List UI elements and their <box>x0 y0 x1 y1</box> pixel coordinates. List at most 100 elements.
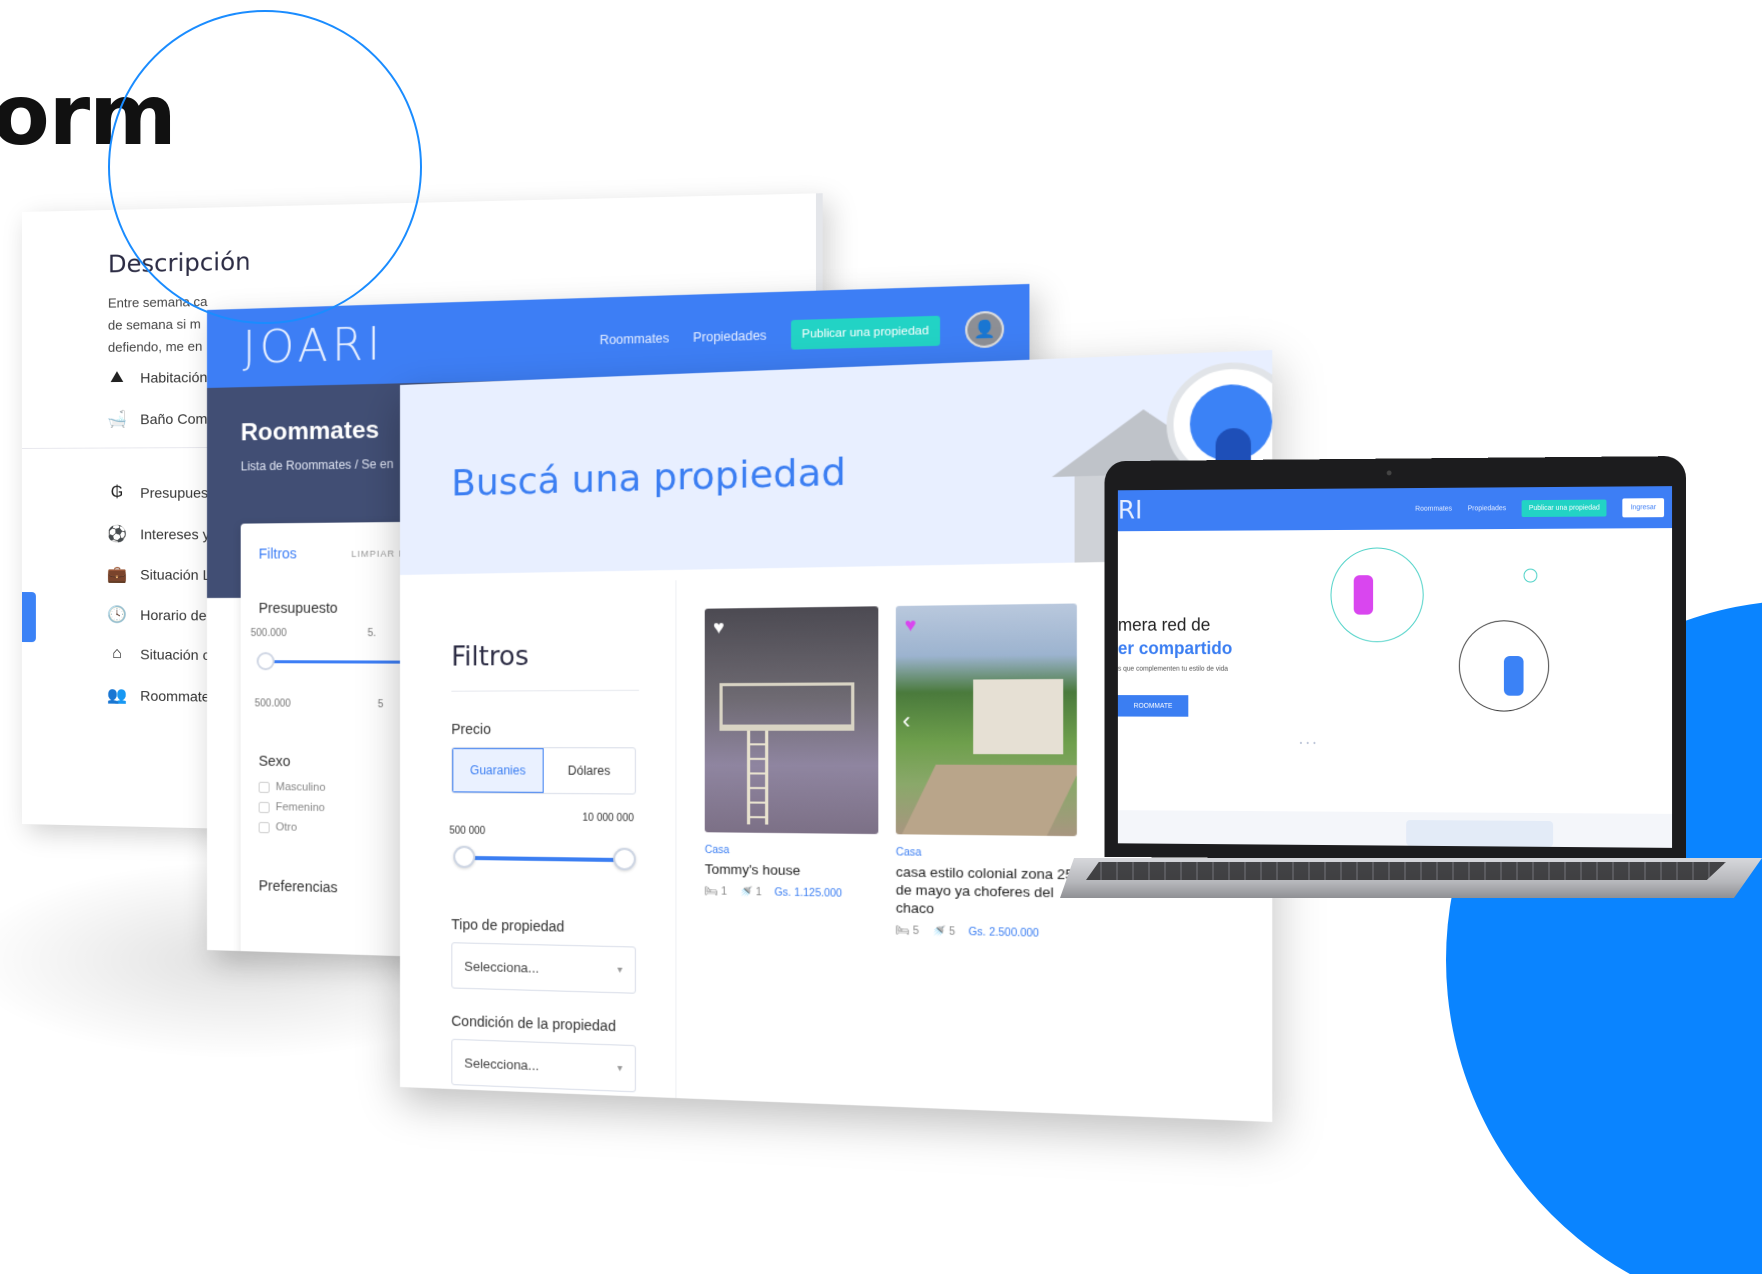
budget-min-bottom: 500.000 <box>254 698 291 710</box>
ladder-shape <box>746 730 769 825</box>
favorite-heart-icon[interactable]: ♥ <box>713 617 724 639</box>
column-divider <box>675 580 677 1117</box>
checkbox[interactable] <box>258 781 270 793</box>
bath-icon: 🚿 5 <box>932 925 956 939</box>
clock-icon: 🕓 <box>106 606 128 624</box>
person-illustration <box>1503 656 1524 696</box>
filters-title: Filtros <box>451 641 529 673</box>
feature-bath: 🛁 Baño Com <box>106 408 207 429</box>
detail-budget: ₲ Presupuest <box>106 484 212 502</box>
condition-select[interactable]: Selecciona... ▾ <box>451 1038 636 1093</box>
sex-option[interactable]: Femenino <box>258 801 325 815</box>
property-card[interactable]: ♥ Casa Tommy's house 🛏 1 🚿 1 Gs. 1.125.0… <box>704 606 879 900</box>
page-title: Roommates <box>240 416 380 447</box>
navbar: RI Roommates Propiedades Publicar una pr… <box>1117 486 1673 532</box>
budget-range-handle[interactable] <box>256 652 275 671</box>
property-card[interactable]: ♥ ‹ Casa casa estilo colonial zona 25 de… <box>895 603 1077 940</box>
detail-label: Situación L <box>140 566 211 583</box>
range-min-label: 500 000 <box>449 825 486 837</box>
bathtub-icon: 🛁 <box>106 411 128 429</box>
showcase-stage: orm Descripción Entre semana ca de seman… <box>0 0 1762 1274</box>
detail-work: 💼 Situación L <box>106 564 211 585</box>
user-avatar[interactable]: 👤 <box>965 310 1005 349</box>
currency-dolares-option[interactable]: Dólares <box>544 748 635 793</box>
budget-max-bottom: 5 <box>377 699 384 711</box>
currency-guaranies-option[interactable]: Guaranies <box>452 748 544 793</box>
property-meta: 🛏 1 🚿 1 Gs. 1.125.000 <box>705 886 879 900</box>
divider <box>451 689 640 692</box>
side-tab[interactable] <box>22 592 36 643</box>
price-range-track <box>461 855 624 863</box>
property-type-select[interactable]: Selecciona... ▾ <box>451 942 636 994</box>
laptop-screen: RI Roommates Propiedades Publicar una pr… <box>1117 486 1673 848</box>
decorative-ring-outline <box>108 10 422 324</box>
feature-label: Baño Com <box>140 410 208 428</box>
price-range-min-handle[interactable] <box>453 845 476 869</box>
login-button[interactable]: Ingresar <box>1622 498 1665 518</box>
chevron-left-icon[interactable]: ‹ <box>902 707 910 735</box>
headline-line-1: mera red de <box>1117 614 1211 635</box>
colonial-house-shape <box>973 678 1064 755</box>
baths-count: 5 <box>949 926 956 939</box>
nav-links: Roommates Propiedades Publicar una propi… <box>1415 498 1665 519</box>
favorite-heart-icon[interactable]: ♥ <box>905 614 917 636</box>
detail-label: Presupuest <box>140 484 213 501</box>
budget-label: Presupuesto <box>258 599 338 616</box>
option-label: Femenino <box>275 801 325 815</box>
price-range-max-handle[interactable] <box>613 847 636 871</box>
price-label: Precio <box>451 720 491 738</box>
garden-path-shape <box>899 764 1077 837</box>
nav-propiedades-link[interactable]: Propiedades <box>1468 505 1507 512</box>
checkbox[interactable] <box>258 801 270 813</box>
sex-option[interactable]: Masculino <box>258 781 325 794</box>
publish-property-button[interactable]: Publicar una propiedad <box>790 315 941 350</box>
detail-label: Intereses y <box>140 526 210 543</box>
breadcrumb[interactable]: Lista de Roommates / Se en <box>241 457 394 474</box>
bed-icon: 🛏 5 <box>895 925 919 938</box>
soccer-ball-icon: ⚽ <box>106 526 128 544</box>
property-price: Gs. 1.125.000 <box>774 887 843 900</box>
detail-label: Situación c <box>140 646 210 664</box>
property-price: Gs. 2.500.000 <box>968 926 1040 940</box>
find-roommate-button[interactable]: ROOMMATE <box>1117 695 1189 717</box>
headline-subtitle: s que complementen tu estilo de vida <box>1117 665 1229 673</box>
detail-schedule: 🕓 Horario de <box>106 605 207 626</box>
detail-label: Horario de <box>140 606 207 624</box>
laptop: RI Roommates Propiedades Publicar una pr… <box>1104 456 1686 862</box>
joari-logo[interactable]: RI <box>1118 496 1142 525</box>
users-icon: 👥 <box>106 687 128 705</box>
nav-roommates-link[interactable]: Roommates <box>1415 506 1452 513</box>
carousel-dots[interactable]: • • • <box>1300 739 1317 748</box>
detail-interests: ⚽ Intereses y <box>106 524 210 544</box>
feature-label: Habitación <box>140 368 208 386</box>
sex-label: Sexo <box>258 752 291 770</box>
property-photo[interactable]: ♥ <box>704 606 879 835</box>
detail-label: Roommate <box>140 687 210 705</box>
budget-max: 5. <box>367 627 377 640</box>
nav-roommates-link[interactable]: Roommates <box>600 331 669 348</box>
bed-icon: 🛏 1 <box>704 886 727 898</box>
sex-option[interactable]: Otro <box>258 821 298 834</box>
option-label: Otro <box>275 821 298 834</box>
decorative-dot <box>1523 568 1538 583</box>
preferences-label: Preferencias <box>258 877 338 896</box>
mountain-icon: ⛰ <box>110 368 124 387</box>
nav-propiedades-link[interactable]: Propiedades <box>693 328 767 345</box>
property-photo[interactable]: ♥ ‹ <box>895 603 1077 837</box>
chevron-down-icon: ▾ <box>617 964 623 976</box>
property-type-label: Tipo de propiedad <box>451 916 565 935</box>
rooms-count: 5 <box>912 925 919 938</box>
property-type: Casa <box>895 846 922 859</box>
guarani-icon: ₲ <box>110 483 124 501</box>
house-icon: ⌂ <box>112 644 122 663</box>
publish-property-button[interactable]: Publicar una propiedad <box>1521 499 1607 518</box>
joari-logo[interactable]: JOARI <box>243 319 385 374</box>
checkbox[interactable] <box>258 821 270 833</box>
section-card <box>1406 820 1554 847</box>
select-value: Selecciona... <box>464 1054 540 1073</box>
property-name[interactable]: Tommy's house <box>705 860 879 880</box>
property-name[interactable]: casa estilo colonial zona 25 de mayo ya … <box>896 863 1077 920</box>
filters-title: Filtros <box>258 545 297 562</box>
detail-roommates: 👥 Roommate <box>106 685 210 707</box>
budget-min: 500.000 <box>250 627 287 640</box>
